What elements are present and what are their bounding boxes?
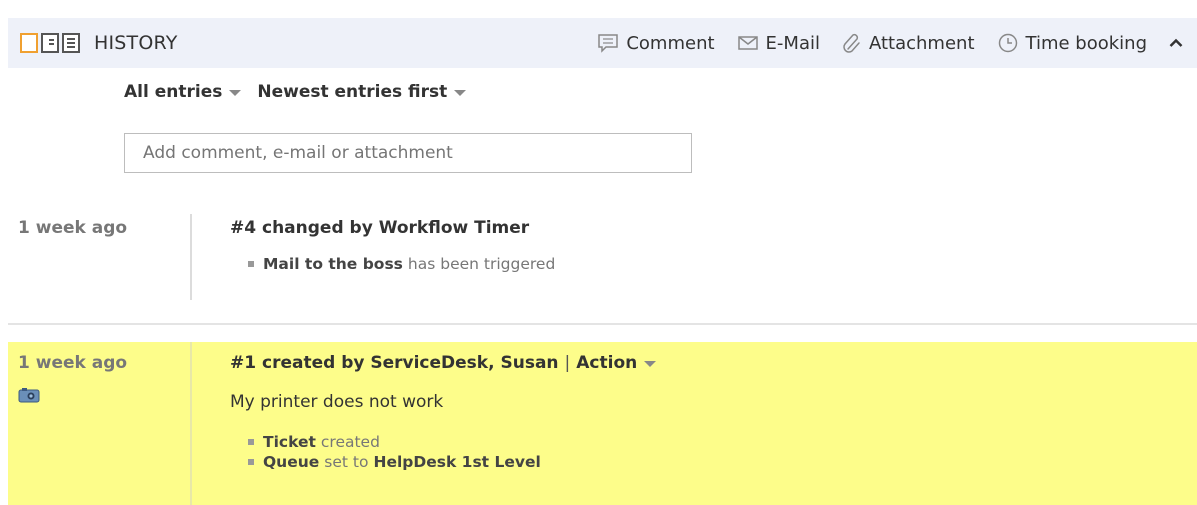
- bullet-icon: [248, 261, 254, 267]
- paperclip-icon: [843, 33, 860, 53]
- entry-body: #1 created by ServiceDesk, Susan | Actio…: [230, 353, 657, 472]
- history-header: HISTORY Comment E-Mail Attachment Time b…: [8, 18, 1197, 68]
- entry-separator: [8, 323, 1197, 325]
- email-button[interactable]: E-Mail: [737, 33, 820, 54]
- order-filter-label: Newest entries first: [257, 82, 448, 102]
- history-title: HISTORY: [94, 32, 178, 54]
- action-label: Action: [576, 353, 638, 373]
- change-text: created: [320, 433, 380, 451]
- entry-timestamp: 1 week ago: [18, 353, 128, 373]
- entry-body: #4 changed by Workflow Timer Mail to the…: [230, 218, 555, 274]
- change-list: Mail to the boss has been triggered: [248, 254, 555, 274]
- change-list: Ticket created Queue set to HelpDesk 1st…: [248, 432, 656, 472]
- change-subject: Ticket: [263, 433, 316, 451]
- time-booking-button[interactable]: Time booking: [997, 32, 1147, 54]
- chevron-down-icon: [644, 361, 657, 367]
- entries-filter-dropdown[interactable]: All entries: [124, 82, 242, 102]
- attachment-label: Attachment: [868, 32, 975, 54]
- view-list-icon[interactable]: [62, 33, 80, 53]
- chevron-down-icon: [454, 90, 467, 96]
- collapse-button[interactable]: [1167, 34, 1185, 52]
- add-comment-input[interactable]: [124, 133, 692, 173]
- entry-title: #4 changed by Workflow Timer: [230, 218, 555, 238]
- entry-title-text: #4 changed by Workflow Timer: [230, 218, 530, 238]
- history-entry: 1 week ago #4 changed by Workflow Timer …: [8, 200, 1197, 304]
- camera-icon: [18, 388, 40, 403]
- order-filter-dropdown[interactable]: Newest entries first: [257, 82, 467, 102]
- view-switcher: [20, 33, 80, 53]
- action-dropdown[interactable]: Action: [576, 353, 657, 373]
- change-item: Queue set to HelpDesk 1st Level: [248, 452, 656, 472]
- change-item: Mail to the boss has been triggered: [248, 254, 555, 274]
- entry-divider: [190, 342, 192, 505]
- title-separator: |: [564, 353, 571, 373]
- change-subject: Queue: [263, 453, 320, 471]
- change-item: Ticket created: [248, 432, 656, 452]
- entry-timestamp: 1 week ago: [18, 218, 128, 238]
- mail-icon: [737, 36, 758, 50]
- change-text: has been triggered: [407, 255, 556, 273]
- comment-button[interactable]: Comment: [597, 32, 715, 54]
- email-label: E-Mail: [765, 32, 820, 54]
- comment-label: Comment: [626, 32, 715, 54]
- time-booking-label: Time booking: [1025, 32, 1147, 54]
- entries-filter-label: All entries: [124, 82, 223, 102]
- view-split-icon[interactable]: [41, 33, 59, 53]
- change-value: HelpDesk 1st Level: [373, 453, 541, 471]
- entry-divider: [190, 214, 192, 300]
- change-subject: Mail to the boss: [263, 255, 403, 273]
- header-actions: Comment E-Mail Attachment Time booking: [575, 18, 1185, 68]
- change-text: set to: [324, 453, 369, 471]
- clock-icon: [998, 33, 1017, 53]
- bullet-icon: [248, 459, 254, 465]
- history-filters: All entries Newest entries first: [124, 82, 482, 102]
- chevron-up-icon: [1169, 38, 1183, 47]
- history-entry-highlighted: 1 week ago #1 created by ServiceDesk, Su…: [8, 342, 1197, 505]
- chevron-down-icon: [229, 90, 242, 96]
- attachment-button[interactable]: Attachment: [842, 32, 975, 54]
- entry-title-text: #1 created by ServiceDesk, Susan: [230, 353, 559, 373]
- entry-text: My printer does not work: [230, 392, 444, 412]
- entry-title: #1 created by ServiceDesk, Susan | Actio…: [230, 353, 657, 373]
- bullet-icon: [248, 439, 254, 445]
- view-single-icon[interactable]: [20, 33, 38, 53]
- comment-icon: [598, 34, 619, 53]
